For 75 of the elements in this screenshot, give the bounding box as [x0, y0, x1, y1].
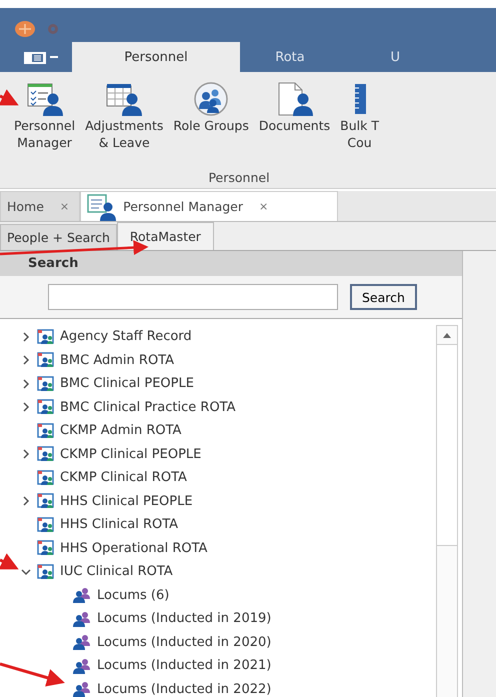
tree-row[interactable]: BMC Admin ROTA	[0, 348, 436, 372]
document-person-icon	[276, 82, 312, 116]
tree-row[interactable]: HHS Clinical ROTA	[0, 513, 436, 536]
tree-row[interactable]: CKMP Clinical ROTA	[0, 466, 436, 490]
search-field[interactable]	[48, 284, 338, 310]
ribbon-tab[interactable]: Rota	[240, 42, 340, 72]
tab-label: Home	[7, 199, 44, 214]
app-logo-icon[interactable]	[14, 20, 36, 38]
tree-item[interactable]: Locums (Inducted in 2019)	[97, 611, 272, 626]
checklist-person-icon	[26, 82, 63, 116]
group-circle-icon	[193, 82, 230, 116]
ribbon-button[interactable]: Bulk T Cou	[338, 82, 381, 150]
rota-group-icon	[37, 516, 55, 533]
tree-row[interactable]: BMC Clinical Practice ROTA	[0, 396, 436, 419]
rota-group-icon	[37, 446, 55, 462]
rota-group-icon	[37, 376, 55, 392]
tree-row[interactable]: Agency Staff Record	[0, 325, 436, 348]
ribbon-button[interactable]: Documents	[256, 82, 332, 150]
tree-item[interactable]: BMC Clinical Practice ROTA	[60, 400, 236, 415]
ribbon-button[interactable]: Role Groups	[171, 82, 251, 150]
annotation-arrow	[0, 553, 19, 570]
tree-item[interactable]: HHS Operational ROTA	[60, 540, 208, 556]
document-tab[interactable]: Personnel Manager ×	[80, 191, 338, 221]
search-header: Search	[0, 251, 462, 276]
tree-row[interactable]: HHS Clinical PEOPLE	[0, 490, 436, 513]
rota-group-icon	[37, 422, 55, 439]
binder-icon	[352, 82, 367, 116]
ribbon-button[interactable]: Personnel Manager	[12, 82, 78, 150]
tree-item[interactable]: CKMP Admin ROTA	[60, 423, 182, 438]
annotation-arrow	[0, 662, 65, 686]
search-button[interactable]: Search	[350, 284, 417, 310]
tree-item[interactable]: IUC Clinical ROTA	[60, 564, 173, 580]
sub-tab[interactable]: People + Search	[0, 224, 117, 250]
ribbon-tab[interactable]: Personnel	[72, 42, 240, 72]
rota-group-icon	[37, 470, 55, 486]
people-group-icon	[72, 658, 92, 674]
scroll-up-icon[interactable]	[443, 332, 451, 338]
tree-item[interactable]: CKMP Clinical PEOPLE	[60, 446, 202, 462]
personnel-icon	[87, 192, 118, 222]
people-group-icon	[72, 587, 92, 604]
document-tab[interactable]: Home ×	[0, 191, 80, 221]
annotation-arrow	[0, 89, 19, 106]
rota-group-icon	[37, 540, 55, 556]
ribbon-group-label: Personnel	[208, 170, 270, 185]
tree-item[interactable]: Locums (Inducted in 2021)	[97, 658, 272, 674]
tree-item[interactable]: Locums (Inducted in 2022)	[97, 682, 272, 697]
tab-label: Personnel Manager	[123, 199, 243, 214]
tree-row[interactable]: IUC Clinical ROTA	[0, 560, 436, 584]
people-group-icon	[72, 610, 92, 627]
ribbon-tab[interactable]: U	[340, 42, 400, 72]
scrollbar[interactable]	[436, 325, 458, 697]
tree-row[interactable]: BMC Clinical PEOPLE	[0, 372, 436, 396]
calendar-person-icon	[106, 82, 142, 116]
tree-item[interactable]: HHS Clinical PEOPLE	[60, 494, 193, 509]
rota-group-icon	[37, 564, 55, 580]
tree-item[interactable]: CKMP Clinical ROTA	[60, 470, 187, 486]
tree-item[interactable]: Locums (Inducted in 2020)	[97, 634, 272, 650]
people-group-icon	[72, 634, 92, 650]
tree-row[interactable]: HHS Operational ROTA	[0, 536, 436, 560]
tree-item[interactable]: BMC Admin ROTA	[60, 352, 174, 368]
ribbon-button[interactable]: Adjustments & Leave	[83, 82, 166, 150]
rota-group-icon	[37, 328, 55, 345]
tree-item[interactable]: Locums (6)	[97, 588, 170, 603]
tree-row[interactable]: CKMP Clinical PEOPLE	[0, 442, 436, 466]
tree-item[interactable]: Agency Staff Record	[60, 329, 192, 344]
layout-icon	[24, 51, 46, 65]
tree-item[interactable]: BMC Clinical PEOPLE	[60, 376, 194, 392]
close-icon[interactable]: ×	[259, 200, 268, 213]
rota-group-icon	[37, 493, 55, 510]
tree-row[interactable]: CKMP Admin ROTA	[0, 419, 436, 442]
rota-group-icon	[37, 352, 55, 368]
sub-tab[interactable]: RotaMaster	[116, 222, 214, 250]
rota-group-icon	[37, 399, 55, 416]
people-group-icon	[72, 681, 92, 697]
tree-item[interactable]: HHS Clinical ROTA	[60, 517, 178, 532]
